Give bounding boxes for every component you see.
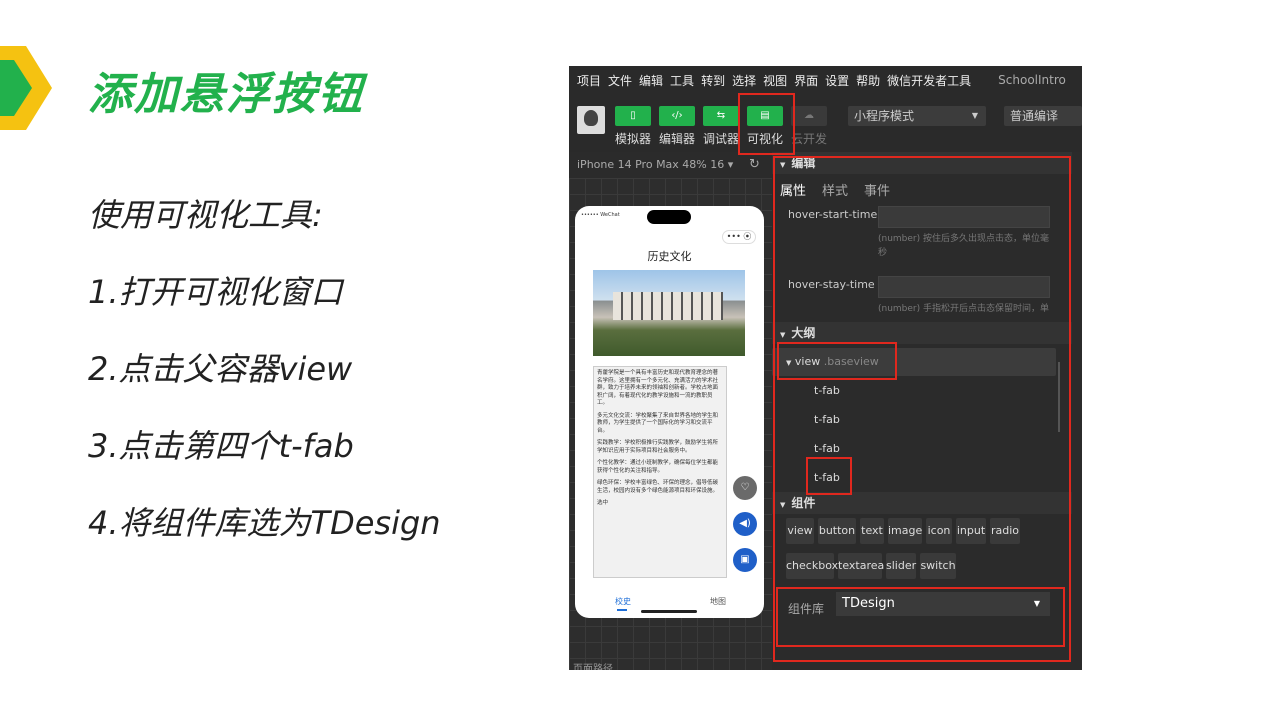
highlight-library — [776, 587, 1065, 647]
debugger-label: 调试器 — [703, 132, 740, 146]
avatar[interactable] — [577, 106, 605, 134]
slide-title: 添加悬浮按钮 — [88, 69, 364, 120]
tab-history[interactable]: 校史 — [615, 596, 631, 611]
cloud-label: 云开发 — [791, 132, 828, 146]
mode-select-value: 小程序模式 — [854, 109, 915, 123]
menu-item-settings[interactable]: 设置 — [825, 72, 849, 89]
simulator-label: 模拟器 — [615, 132, 652, 146]
chevron-decoration — [0, 46, 52, 130]
fab-sound[interactable]: ◀) — [733, 512, 757, 536]
slide: 添加悬浮按钮 使用可视化工具: 1.打开可视化窗口 2.点击父容器view 3.… — [0, 0, 1280, 720]
menu-bar: 项目 文件 编辑 工具 转到 选择 视图 界面 设置 帮助 微信开发者工具 Sc… — [569, 66, 1082, 94]
tab-map[interactable]: 地图 — [710, 596, 726, 607]
menu-capsule[interactable]: ••• ⦿ — [722, 230, 756, 244]
compile-select[interactable]: 普通编译 — [1004, 106, 1082, 126]
menu-item-goto[interactable]: 转到 — [701, 72, 725, 89]
menu-item-interface[interactable]: 界面 — [794, 72, 818, 89]
debug-icon: ⇆ — [716, 110, 726, 121]
chevron-down-icon: ▼ — [971, 111, 978, 120]
paragraph: 青藿学院是一个具有丰富历史和现代教育理念的著名学府。这里拥有一个多元化、充满活力… — [597, 370, 719, 406]
tab-bar: 校史 地图 — [575, 588, 764, 618]
campus-image — [593, 270, 745, 356]
fab-calendar[interactable]: ▣ — [733, 548, 757, 572]
panel-edge — [1072, 152, 1082, 670]
speaker-icon: ◀) — [739, 518, 751, 529]
code-icon: ‹/› — [671, 110, 683, 121]
step-item: 3.点击第四个t-fab — [88, 427, 354, 465]
mode-select[interactable]: 小程序模式 ▼ — [848, 106, 986, 126]
step-list: 使用可视化工具: 1.打开可视化窗口 2.点击父容器view 3.点击第四个t-… — [88, 190, 441, 575]
page-title: 历史文化 — [647, 250, 692, 263]
step-item: 4.将组件库选为TDesign — [88, 504, 441, 542]
debugger-button[interactable]: ⇆ — [703, 106, 739, 126]
status-bar: •••••• WeChat — [581, 212, 620, 218]
step-item: 2.点击父容器view — [88, 350, 353, 388]
highlight-view-node — [777, 342, 897, 380]
paragraph: 多元文化交流：学校聚集了来自世界各地的学生和教师，为学生提供了一个国际化的学习和… — [597, 412, 719, 434]
device-selector[interactable]: iPhone 14 Pro Max 48% 16 ▾ ↻ — [569, 152, 769, 178]
step-item: 1.打开可视化窗口 — [88, 273, 343, 311]
refresh-icon[interactable]: ↻ — [749, 152, 760, 178]
intro-text-box: 青藿学院是一个具有丰富历史和现代教育理念的著名学府。这里拥有一个多元化、充满活力… — [593, 366, 727, 578]
menu-item-help[interactable]: 帮助 — [856, 72, 880, 89]
calendar-icon: ▣ — [740, 554, 750, 565]
toolbar: ▯ 模拟器 ‹/› 编辑器 ⇆ 调试器 ▤ 可视化 ☁ 云开发 小程序模式 ▼ … — [569, 94, 1082, 152]
home-indicator — [641, 610, 697, 613]
cloud-icon: ☁ — [804, 110, 814, 121]
menu-item-select[interactable]: 选择 — [732, 72, 756, 89]
highlight-fourth-tfab — [806, 457, 852, 495]
highlight-visual-button — [738, 93, 795, 155]
fab-heart[interactable]: ♡ — [733, 476, 757, 500]
app-title: SchoolIntro — [998, 73, 1066, 87]
heart-icon: ♡ — [740, 482, 750, 493]
dynamic-island — [647, 210, 691, 224]
menu-item-view[interactable]: 视图 — [763, 72, 787, 89]
compile-select-value: 普通编译 — [1010, 109, 1059, 123]
device-label: iPhone 14 Pro Max 48% 16 ▾ — [577, 158, 734, 171]
menu-item-project[interactable]: 项目 — [577, 72, 601, 89]
menu-item-tools[interactable]: 工具 — [670, 72, 694, 89]
step-item: 使用可视化工具: — [88, 196, 323, 234]
paragraph: 个性化教学：通过小班制教学，确保每位学生都能获得个性化的关注和指导。 — [597, 460, 719, 474]
phone-icon: ▯ — [630, 110, 636, 121]
page-path-label: 页面路径 — [573, 664, 613, 670]
menu-item-edit[interactable]: 编辑 — [639, 72, 663, 89]
devtools-screenshot: 项目 文件 编辑 工具 转到 选择 视图 界面 设置 帮助 微信开发者工具 Sc… — [569, 66, 1082, 670]
editor-button[interactable]: ‹/› — [659, 106, 695, 126]
paragraph: 绿色环保：学校丰富绿色、环保的理念，倡导低碳生活，校园内设有多个绿色能源项目和环… — [597, 480, 719, 494]
simulator-canvas: •••••• WeChat ••• ⦿ 历史文化 青藿学院是一个具有丰富历史和现… — [569, 178, 772, 670]
cloud-button[interactable]: ☁ — [791, 106, 827, 126]
menu-item-file[interactable]: 文件 — [608, 72, 632, 89]
editor-label: 编辑器 — [659, 132, 696, 146]
paragraph: 选中 — [597, 500, 609, 506]
simulator-button[interactable]: ▯ — [615, 106, 651, 126]
menu-item-devtools[interactable]: 微信开发者工具 — [887, 72, 971, 89]
phone-preview: •••••• WeChat ••• ⦿ 历史文化 青藿学院是一个具有丰富历史和现… — [575, 206, 764, 618]
paragraph: 实践教学：学校积极推行实践教学，鼓励学生将所学知识应用于实际项目和社会服务中。 — [597, 440, 719, 454]
